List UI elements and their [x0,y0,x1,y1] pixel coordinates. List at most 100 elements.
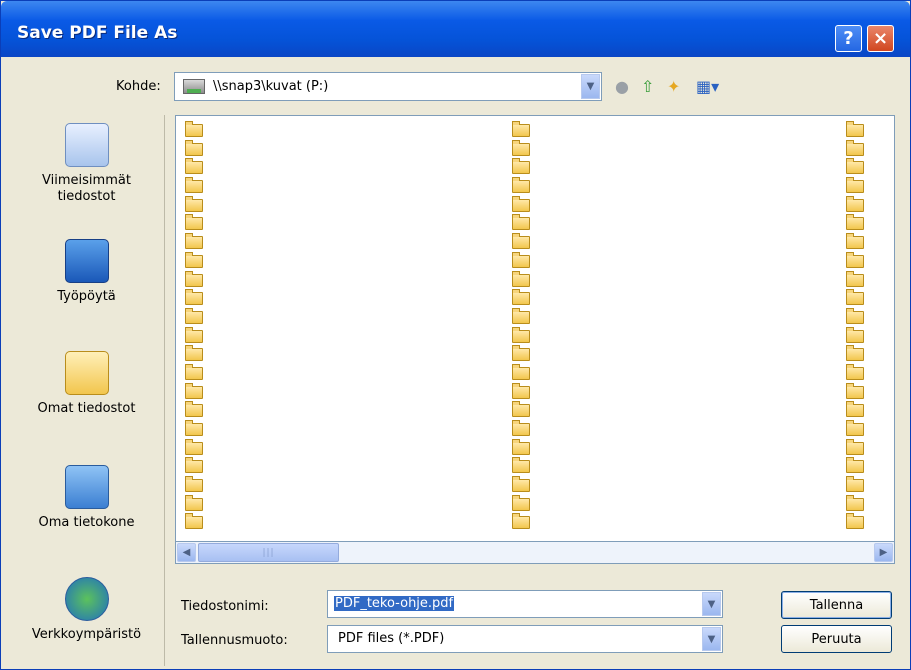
folder-icon[interactable] [846,420,864,436]
chevron-down-icon[interactable]: ▼ [702,627,721,651]
title-bar[interactable]: Save PDF File As ? × [1,1,910,57]
place-my-computer[interactable]: Oma tietokone [9,465,164,531]
folder-icon[interactable] [846,494,864,511]
place-recent[interactable]: Viimeisimmät tiedostot [9,123,164,205]
chevron-down-icon[interactable]: ▼ [581,74,600,99]
file-list[interactable] [175,115,895,564]
folder-icon[interactable] [185,233,203,250]
folder-icon[interactable] [185,251,203,268]
folder-icon[interactable] [512,233,530,250]
folder-icon[interactable] [846,345,864,362]
folder-icon[interactable] [185,139,203,156]
folder-icon[interactable] [185,438,203,455]
folder-icon[interactable] [512,363,530,380]
location-label: Kohde: [116,79,161,94]
folder-icon[interactable] [185,195,203,212]
folder-icon[interactable] [846,513,864,530]
folder-icon[interactable] [512,345,530,362]
folder-icon[interactable] [185,307,203,324]
my-documents-icon [64,351,109,395]
folder-icon[interactable] [185,476,203,493]
filetype-dropdown[interactable]: PDF files (*.PDF) ▼ [327,625,723,653]
folder-icon[interactable] [512,382,530,399]
folder-icon[interactable] [846,289,864,306]
views-menu-icon[interactable]: ▦▾ [696,77,719,96]
cancel-button[interactable]: Peruuta [781,625,892,653]
back-icon[interactable]: ● [615,77,629,96]
folder-icon[interactable] [512,420,530,436]
folder-icon[interactable] [846,438,864,455]
save-button[interactable]: Tallenna [781,591,892,619]
folder-icon[interactable] [185,401,203,418]
save-dialog: Save PDF File As ? × Kohde: \\snap3\kuva… [0,0,911,670]
folder-icon[interactable] [512,214,530,231]
folder-icon[interactable] [185,326,203,343]
close-button[interactable]: × [867,25,894,52]
file-column [512,121,532,535]
folder-icon[interactable] [185,289,203,306]
folder-icon[interactable] [185,494,203,511]
folder-icon[interactable] [185,270,203,287]
network-drive-icon [183,79,205,94]
place-network[interactable]: Verkkoympäristö [9,577,164,643]
help-button[interactable]: ? [835,25,862,52]
folder-icon[interactable] [512,270,530,287]
folder-icon[interactable] [846,363,864,380]
dialog-title: Save PDF File As [17,23,178,43]
location-value: \\snap3\kuvat (P:) [213,79,329,94]
folder-icon[interactable] [512,513,530,530]
folder-icon[interactable] [185,345,203,362]
folder-icon[interactable] [185,382,203,399]
folder-icon[interactable] [846,214,864,231]
folder-icon[interactable] [512,251,530,268]
folder-icon[interactable] [185,214,203,231]
folder-icon[interactable] [512,177,530,194]
folder-icon[interactable] [846,121,864,137]
folder-icon[interactable] [185,513,203,530]
folder-icon[interactable] [846,326,864,343]
filename-input[interactable]: PDF_teko-ohje.pdf ▼ [327,590,723,618]
folder-icon[interactable] [846,457,864,474]
place-desktop[interactable]: Työpöytä [9,239,164,305]
scroll-right-icon[interactable]: ▶ [874,543,893,562]
new-folder-icon[interactable]: ✦ [667,77,680,96]
folder-icon[interactable] [512,457,530,474]
folder-icon[interactable] [185,177,203,194]
folder-icon[interactable] [512,438,530,455]
folder-icon[interactable] [512,139,530,156]
folder-icon[interactable] [846,139,864,156]
location-dropdown[interactable]: \\snap3\kuvat (P:) ▼ [174,72,602,101]
folder-icon[interactable] [846,401,864,418]
folder-icon[interactable] [185,457,203,474]
folder-icon[interactable] [512,121,530,137]
folder-icon[interactable] [512,401,530,418]
place-my-documents[interactable]: Omat tiedostot [9,351,164,417]
folder-icon[interactable] [846,233,864,250]
scroll-left-icon[interactable]: ◀ [177,543,196,562]
horizontal-scrollbar[interactable]: ◀ ||| ▶ [175,541,895,564]
folder-icon[interactable] [846,158,864,175]
folder-icon[interactable] [846,382,864,399]
place-network-label: Verkkoympäristö [31,627,142,642]
scroll-thumb[interactable]: ||| [198,543,339,562]
folder-icon[interactable] [846,270,864,287]
folder-icon[interactable] [846,177,864,194]
folder-icon[interactable] [512,326,530,343]
folder-icon[interactable] [185,420,203,436]
folder-icon[interactable] [185,363,203,380]
folder-icon[interactable] [512,158,530,175]
place-my-documents-label: Omat tiedostot [37,401,136,416]
folder-icon[interactable] [512,289,530,306]
folder-icon[interactable] [846,307,864,324]
up-folder-icon[interactable]: ⇧ [641,77,654,96]
folder-icon[interactable] [185,121,203,137]
folder-icon[interactable] [512,307,530,324]
folder-icon[interactable] [512,195,530,212]
folder-icon[interactable] [846,251,864,268]
chevron-down-icon[interactable]: ▼ [702,592,721,616]
folder-icon[interactable] [512,476,530,493]
folder-icon[interactable] [185,158,203,175]
folder-icon[interactable] [512,494,530,511]
folder-icon[interactable] [846,195,864,212]
folder-icon[interactable] [846,476,864,493]
